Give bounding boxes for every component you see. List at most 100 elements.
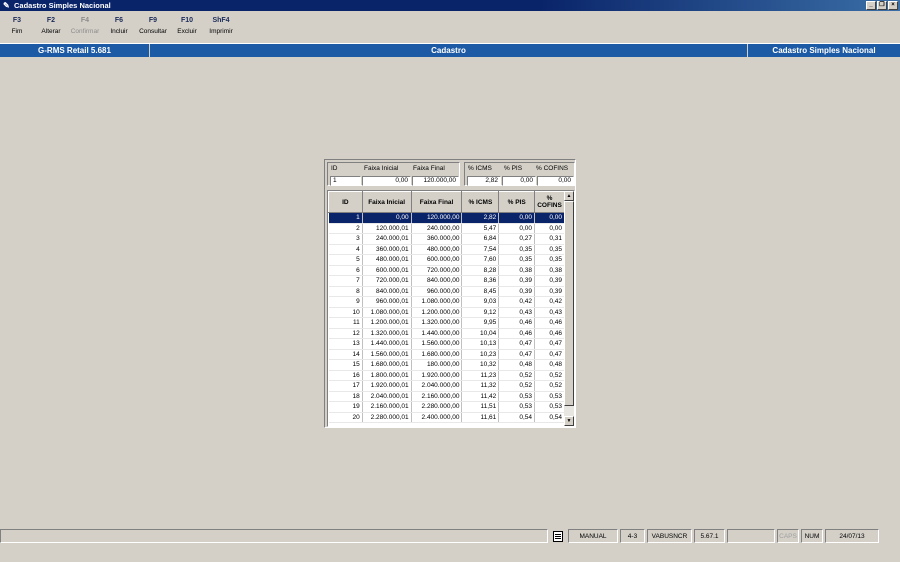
table-row[interactable]: 9 960.000,01 1.080.000,00 9,03 0,42 0,42 xyxy=(328,296,565,308)
table-cell: 11,42 xyxy=(461,391,500,402)
col-header-faixa-final[interactable]: Faixa Final xyxy=(410,191,463,213)
table-cell: 0,35 xyxy=(498,254,536,266)
excluir-button[interactable]: F10 Excluir xyxy=(170,13,204,41)
table-row[interactable]: 3 240.000,01 360.000,00 6,84 0,27 0,31 xyxy=(328,233,565,245)
table-cell: 1.440.000,01 xyxy=(362,338,412,350)
imprimir-button[interactable]: ShF4 Imprimir xyxy=(204,13,238,41)
close-icon[interactable]: × xyxy=(888,1,898,10)
table-cell: 0,47 xyxy=(498,338,536,350)
faixa-inicial-field[interactable]: 0,00 xyxy=(362,176,411,186)
aliquotas-group: % ICMS % PIS % COFINS 2,82 0,00 0,00 xyxy=(464,162,575,186)
table-cell: 0,46 xyxy=(534,328,565,339)
status-empty xyxy=(727,529,775,543)
button-label: Alterar xyxy=(41,28,61,35)
alterar-button[interactable]: F2 Alterar xyxy=(34,13,68,41)
table-row[interactable]: 17 1.920.000,01 2.040.000,00 11,32 0,52 0,52 xyxy=(328,380,565,392)
table-row[interactable]: 6 600.000,01 720.000,00 8,28 0,38 0,38 xyxy=(328,265,565,276)
table-cell: 0,47 xyxy=(534,338,565,350)
edit-fields: ID Faixa Inicial Faixa Final 1 0,00 120.… xyxy=(327,162,575,186)
pis-field[interactable]: 0,00 xyxy=(502,176,536,186)
incluir-button[interactable]: F6 Incluir xyxy=(102,13,136,41)
table-cell: 0,52 xyxy=(498,370,536,381)
table-cell: 0,27 xyxy=(498,233,536,245)
table-row[interactable]: 4 360.000,01 480.000,00 7,54 0,35 0,35 xyxy=(328,244,565,255)
status-date: 24/07/13 xyxy=(825,529,879,543)
cofins-field[interactable]: 0,00 xyxy=(537,176,574,186)
key-label: ShF4 xyxy=(212,17,230,24)
table-row[interactable]: 7 720.000,01 840.000,00 8,36 0,39 0,39 xyxy=(328,275,565,287)
faixa-final-field[interactable]: 120.000,00 xyxy=(412,176,459,186)
table-cell: 600.000,01 xyxy=(362,265,412,276)
table-cell: 0,38 xyxy=(498,265,536,276)
table-cell: 0,00 xyxy=(534,212,565,224)
col-header-id[interactable]: ID xyxy=(328,191,363,213)
table-row[interactable]: 5 480.000,01 600.000,00 7,60 0,35 0,35 xyxy=(328,254,565,266)
table-cell: 9,95 xyxy=(461,317,500,329)
confirmar-button[interactable]: F4 Confirmar xyxy=(68,13,102,41)
table-row[interactable]: 15 1.680.000,01 180.000,00 10,32 0,48 0,48 xyxy=(328,359,565,371)
table-cell: 1.320.000,00 xyxy=(411,317,463,329)
vertical-scrollbar[interactable]: ▲ ▼ xyxy=(564,191,574,426)
table-cell: 1.680.000,01 xyxy=(362,359,412,371)
scroll-down-icon[interactable]: ▼ xyxy=(564,416,574,426)
minimize-icon[interactable]: _ xyxy=(866,1,876,10)
button-label: Consultar xyxy=(139,28,167,35)
table-row[interactable]: 16 1.800.000,01 1.920.000,00 11,23 0,52 0,52 xyxy=(328,370,565,381)
faixas-grid[interactable]: ID Faixa Inicial Faixa Final % ICMS % PI… xyxy=(327,190,575,427)
table-cell: 0,48 xyxy=(498,359,536,371)
table-cell: 11,32 xyxy=(461,380,500,392)
table-cell: 0,35 xyxy=(498,244,536,255)
table-cell: 1.560.000,01 xyxy=(362,349,412,360)
table-row[interactable]: 10 1.080.000,01 1.200.000,00 9,12 0,43 0,43 xyxy=(328,307,565,318)
table-cell: 840.000,01 xyxy=(362,286,412,297)
table-cell: 7 xyxy=(328,275,363,287)
col-header-icms[interactable]: % ICMS xyxy=(461,191,500,213)
table-cell: 0,39 xyxy=(534,275,565,287)
restore-icon[interactable]: ❐ xyxy=(877,1,887,10)
function-key-toolbar: F3 Fim F2 Alterar F4 Confirmar F6 Inclui… xyxy=(0,13,900,41)
key-label: F3 xyxy=(12,17,22,24)
table-row[interactable]: 18 2.040.000,01 2.160.000,00 11,42 0,53 0,53 xyxy=(328,391,565,402)
table-cell: 4 xyxy=(328,244,363,255)
table-cell: 0,43 xyxy=(534,307,565,318)
col-header-faixa-inicial[interactable]: Faixa Inicial xyxy=(361,191,412,213)
key-label: F4 xyxy=(80,17,90,24)
button-label: Excluir xyxy=(177,28,197,35)
scroll-thumb[interactable] xyxy=(564,201,574,406)
table-row[interactable]: 1 0,00 120.000,00 2,82 0,00 0,00 xyxy=(328,212,565,224)
table-row[interactable]: 12 1.320.000,01 1.440.000,00 10,04 0,46 0,46 xyxy=(328,328,565,339)
table-cell: 5,47 xyxy=(461,223,500,234)
fim-button[interactable]: F3 Fim xyxy=(0,13,34,41)
id-field[interactable]: 1 xyxy=(330,176,361,186)
scroll-up-icon[interactable]: ▲ xyxy=(564,191,574,201)
pis-label: % PIS xyxy=(504,165,523,172)
table-cell: 0,53 xyxy=(534,401,565,413)
table-row[interactable]: 19 2.160.000,01 2.280.000,00 11,51 0,53 0,53 xyxy=(328,401,565,413)
table-cell: 480.000,00 xyxy=(411,244,463,255)
consultar-button[interactable]: F9 Consultar xyxy=(136,13,170,41)
table-row[interactable]: 2 120.000,01 240.000,00 5,47 0,00 0,00 xyxy=(328,223,565,234)
table-cell: 0,53 xyxy=(498,401,536,413)
table-cell: 0,00 xyxy=(534,223,565,234)
button-label: Incluir xyxy=(110,28,128,35)
col-header-pis[interactable]: % PIS xyxy=(498,191,536,213)
icms-field[interactable]: 2,82 xyxy=(467,176,501,186)
table-row[interactable]: 20 2.280.000,01 2.400.000,00 11,61 0,54 0,54 xyxy=(328,412,565,423)
table-row[interactable]: 14 1.560.000,01 1.680.000,00 10,23 0,47 0,47 xyxy=(328,349,565,360)
table-row[interactable]: 13 1.440.000,01 1.560.000,00 10,13 0,47 0,47 xyxy=(328,338,565,350)
table-cell: 2,82 xyxy=(461,212,500,224)
col-header-cofins[interactable]: % COFINS xyxy=(534,191,565,213)
table-cell: 0,00 xyxy=(498,212,536,224)
table-cell: 10,32 xyxy=(461,359,500,371)
table-cell: 0,43 xyxy=(498,307,536,318)
module-name: Cadastro xyxy=(150,44,748,57)
table-cell: 8,28 xyxy=(461,265,500,276)
table-row[interactable]: 11 1.200.000,01 1.320.000,00 9,95 0,46 0,46 xyxy=(328,317,565,329)
table-row[interactable]: 8 840.000,01 960.000,00 8,45 0,39 0,39 xyxy=(328,286,565,297)
table-cell: 2.040.000,01 xyxy=(362,391,412,402)
table-cell: 10,04 xyxy=(461,328,500,339)
table-cell: 1 xyxy=(328,212,363,224)
table-cell: 2.040.000,00 xyxy=(411,380,463,392)
button-label: Fim xyxy=(11,28,23,35)
caps-indicator: CAPS xyxy=(777,529,799,543)
